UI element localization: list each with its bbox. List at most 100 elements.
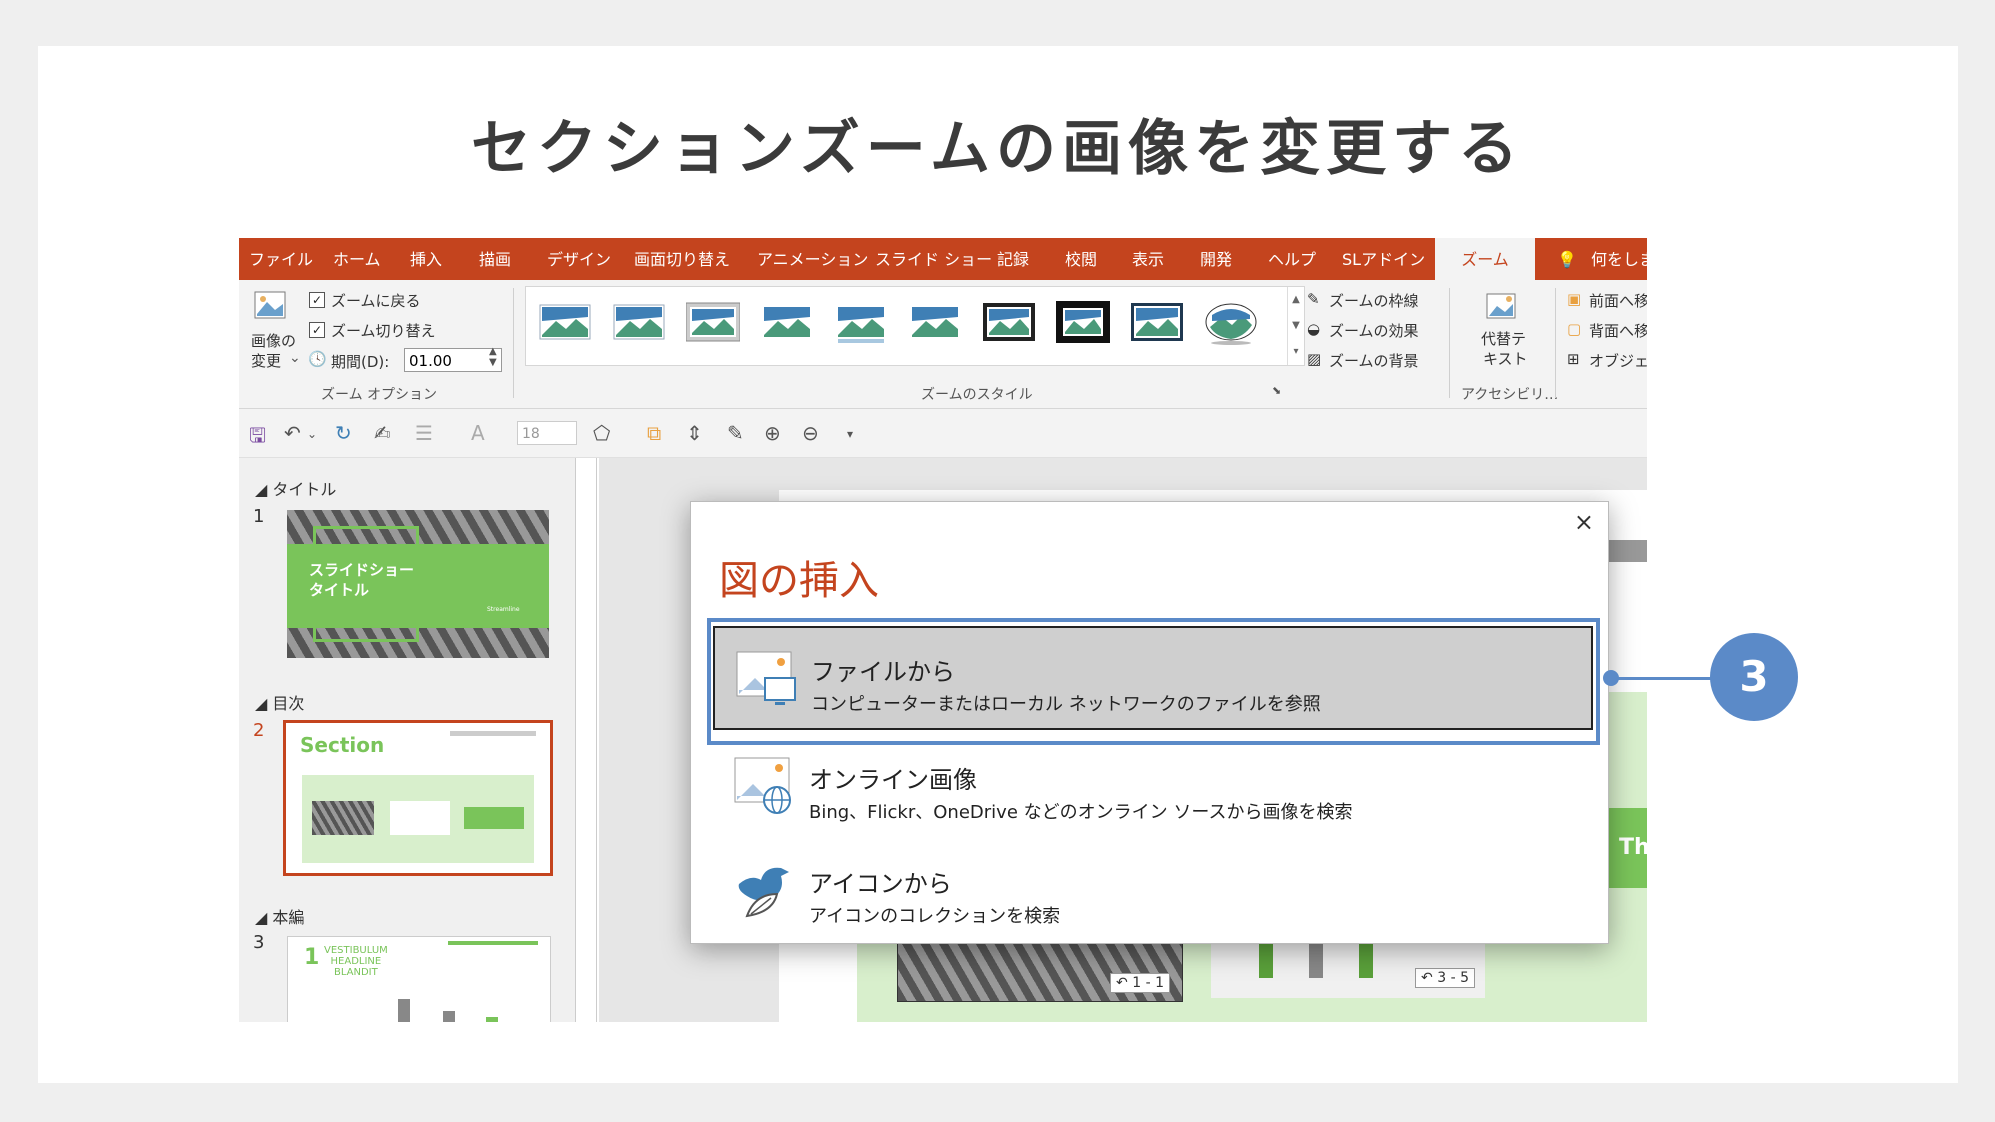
slide-number: 2: [253, 720, 265, 741]
zoom-style-6[interactable]: [908, 299, 962, 345]
background-icon: ▨: [1307, 350, 1322, 368]
selection-pane-icon: ⊞: [1567, 350, 1580, 368]
zoom-return-badge: ↶ 1 - 1: [1110, 973, 1170, 993]
arrange-icon[interactable]: ⧉: [647, 421, 661, 445]
format-painter-icon[interactable]: ✍: [374, 421, 391, 445]
bring-forward-button[interactable]: 前面へ移: [1589, 290, 1647, 311]
slide-number: 3: [253, 932, 265, 953]
alt-text-icon[interactable]: [1483, 290, 1523, 326]
undo-icon[interactable]: ↶: [284, 421, 301, 445]
option-description: Bing、Flickr、OneDrive などのオンライン ソースから画像を検索: [809, 802, 1353, 823]
shape-icon[interactable]: ⬠: [593, 421, 610, 445]
zoom-in-icon[interactable]: ⊕: [764, 421, 781, 445]
zoom-border-button[interactable]: ズームの枠線: [1329, 290, 1419, 311]
from-icons-option[interactable]: アイコンから アイコンのコレクションを検索: [713, 840, 1593, 940]
duration-input[interactable]: 01.00: [404, 348, 502, 372]
slide-thumbnail-panel: ◢ タイトル 1 スライドショー タイトル Streamline ◢ 目次 2 …: [239, 458, 597, 1022]
change-image-icon[interactable]: [251, 288, 291, 328]
section-name: 目次: [272, 694, 305, 713]
section-title[interactable]: ◢ 本編: [255, 904, 304, 928]
bullets-icon[interactable]: ☰: [415, 421, 433, 445]
slide-thumbnail-2[interactable]: Section: [283, 720, 553, 876]
tell-me-search[interactable]: 何をしま: [1591, 238, 1647, 280]
send-backward-button[interactable]: 背面へ移: [1589, 320, 1647, 341]
duration-label: 期間(D):: [331, 353, 390, 371]
tab-slideshow[interactable]: スライド ショー: [875, 238, 992, 280]
dialog-launcher-icon[interactable]: ⬊: [1272, 384, 1281, 397]
tab-file[interactable]: ファイル: [249, 238, 313, 280]
tab-help[interactable]: ヘルプ: [1268, 238, 1316, 280]
quick-access-toolbar: 🖫 ↶ ⌄ ↻ ✍ ☰ A 18 ⬠ ⧉ ⇕ ✎ ⊕ ⊖ ▾: [239, 409, 1647, 458]
bring-forward-icon: ▣: [1567, 290, 1582, 308]
online-pictures-option[interactable]: オンライン画像 Bing、Flickr、OneDrive などのオンライン ソー…: [713, 736, 1593, 836]
zoom-style-4[interactable]: [760, 299, 814, 345]
tab-developer[interactable]: 開発: [1200, 238, 1232, 280]
zoom-style-2[interactable]: [612, 299, 666, 345]
tab-home[interactable]: ホーム: [333, 238, 381, 280]
accessibility-group-label: アクセシビリ…: [1461, 387, 1559, 403]
section-title[interactable]: ◢ 目次: [255, 690, 304, 714]
tab-review[interactable]: 校閲: [1065, 238, 1097, 280]
tab-animations[interactable]: アニメーション: [757, 238, 868, 280]
tab-sl-addin[interactable]: SLアドイン: [1342, 238, 1425, 280]
zoom-styles-group-label: ズームのスタイル: [921, 387, 1033, 403]
slide-2-title: Section: [300, 733, 385, 757]
section-name: タイトル: [272, 480, 337, 499]
font-color-icon[interactable]: A: [471, 421, 485, 445]
zoom-return-badge: ↶ 3 - 5: [1415, 968, 1475, 988]
selection-pane-button[interactable]: オブジェク: [1589, 350, 1647, 371]
zoom-effects-button[interactable]: ズームの効果: [1329, 320, 1419, 341]
panel-scrollbar[interactable]: [575, 458, 597, 1022]
zoom-transition-label: ズーム切り替え: [331, 322, 436, 340]
ribbon-tab-bar: ファイル ホーム 挿入 描画 デザイン 画面切り替え アニメーション スライド …: [239, 238, 1647, 280]
font-size-box[interactable]: 18: [517, 421, 577, 445]
zoom-style-gallery: ▲ ▼ ▾: [525, 286, 1305, 366]
tab-insert[interactable]: 挿入: [410, 238, 442, 280]
tab-record[interactable]: 記録: [997, 238, 1029, 280]
return-to-zoom-checkbox[interactable]: ✓: [309, 292, 325, 308]
slide-thumbnail-3[interactable]: 1 VESTIBULUM HEADLINE BLANDIT: [287, 936, 551, 1022]
chevron-down-icon[interactable]: ⌄: [289, 350, 301, 366]
group-divider: [1449, 288, 1450, 398]
tab-zoom[interactable]: ズーム: [1435, 238, 1535, 280]
edit-icon[interactable]: ✎: [727, 421, 744, 445]
change-image-label-2[interactable]: 変更: [251, 350, 281, 371]
send-backward-icon: ▢: [1567, 320, 1582, 338]
zoom-background-button[interactable]: ズームの背景: [1329, 350, 1419, 371]
change-image-label-1[interactable]: 画像の: [251, 330, 296, 351]
zoom-style-9[interactable]: [1130, 299, 1184, 345]
callout-connector-dot: [1603, 670, 1619, 686]
alt-text-label-2[interactable]: キスト: [1483, 348, 1528, 369]
zoom-out-icon[interactable]: ⊖: [802, 421, 819, 445]
zoom-style-10[interactable]: [1204, 299, 1258, 345]
spinner-icon[interactable]: ▲ ▼: [489, 346, 497, 368]
alt-text-label-1[interactable]: 代替テ: [1481, 328, 1526, 349]
bird-icon: [738, 867, 789, 918]
customize-toolbar-icon[interactable]: ▾: [847, 427, 853, 441]
option-title: アイコンから: [809, 870, 952, 898]
slide-thumbnail-1[interactable]: スライドショー タイトル Streamline: [287, 510, 549, 658]
slide-1-title: スライドショー タイトル: [309, 561, 415, 599]
save-icon[interactable]: 🖫: [249, 421, 266, 455]
gallery-scroll[interactable]: ▲ ▼ ▾: [1287, 287, 1304, 365]
zoom-style-1[interactable]: [538, 299, 592, 345]
zoom-transition-checkbox[interactable]: ✓: [309, 322, 325, 338]
return-to-zoom-label: ズームに戻る: [331, 292, 421, 310]
redo-icon[interactable]: ↻: [335, 421, 352, 445]
zoom-style-8[interactable]: [1056, 299, 1110, 345]
option-description: アイコンのコレクションを検索: [809, 906, 1061, 927]
callout-connector: [1610, 677, 1718, 680]
tab-draw[interactable]: 描画: [479, 238, 511, 280]
step-highlight-frame: [707, 618, 1600, 745]
tab-transitions[interactable]: 画面切り替え: [634, 238, 730, 280]
align-icon[interactable]: ⇕: [686, 421, 703, 445]
close-icon[interactable]: ×: [1574, 508, 1594, 536]
zoom-style-7[interactable]: [982, 299, 1036, 345]
ribbon: 画像の 変更 ⌄ ✓ ズームに戻る ✓ ズーム切り替え 🕓 期間(D): 01.…: [239, 280, 1647, 409]
section-title[interactable]: ◢ タイトル: [255, 476, 336, 500]
tab-design[interactable]: デザイン: [547, 238, 611, 280]
chevron-down-icon[interactable]: ⌄: [307, 427, 317, 441]
zoom-style-3[interactable]: [686, 299, 740, 345]
tab-view[interactable]: 表示: [1132, 238, 1164, 280]
zoom-style-5[interactable]: [834, 299, 888, 345]
